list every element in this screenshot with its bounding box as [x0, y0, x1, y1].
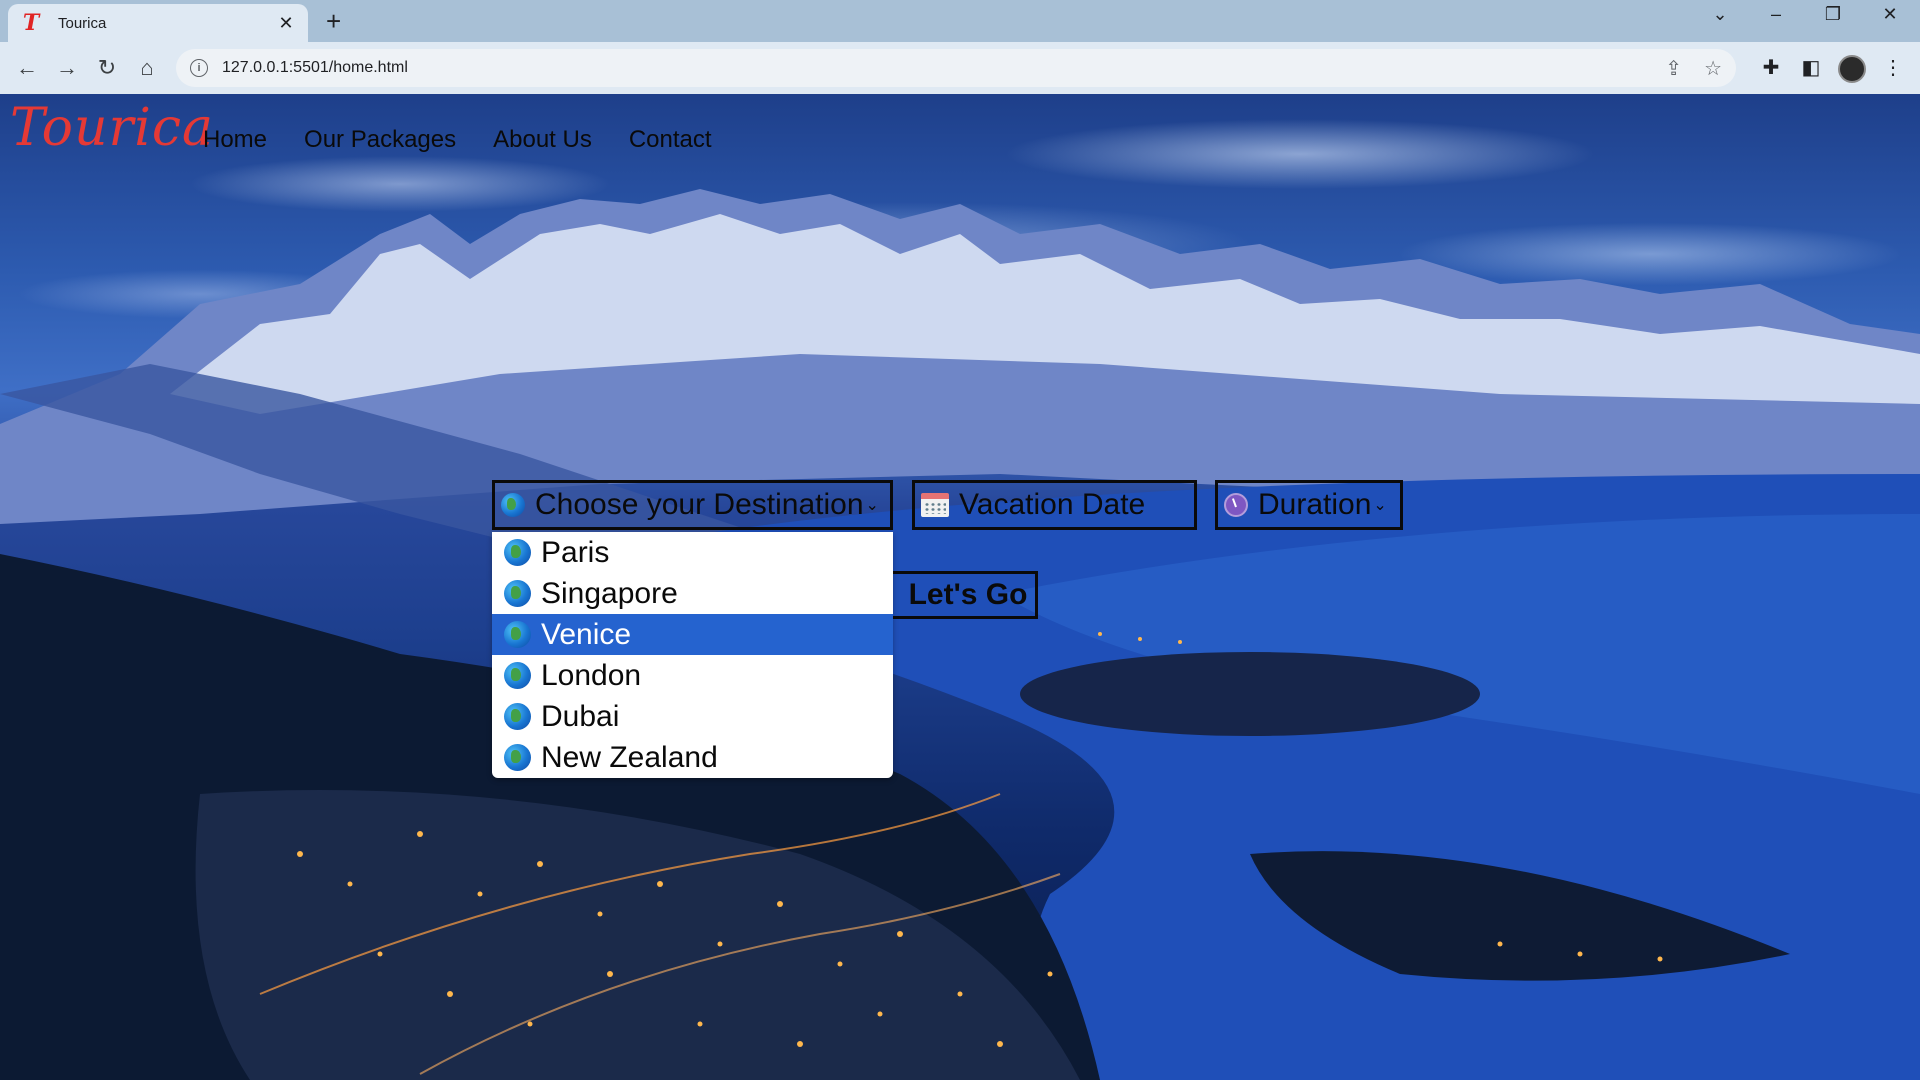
tab-favicon-icon: T [22, 10, 40, 36]
duration-select[interactable]: Duration ⌄ [1215, 480, 1403, 530]
forward-arrow-icon[interactable]: → [51, 52, 83, 84]
calendar-icon [921, 493, 949, 517]
address-bar[interactable]: i 127.0.0.1:5501/home.html ⇪ ☆ [176, 49, 1736, 87]
nav-contact[interactable]: Contact [629, 126, 712, 154]
globe-icon [504, 662, 531, 689]
browser-menu-icon[interactable]: ⋮ [1877, 52, 1909, 84]
profile-avatar[interactable] [1838, 55, 1866, 83]
side-panel-icon[interactable]: ◧ [1795, 52, 1827, 84]
back-arrow-icon[interactable]: ← [11, 52, 43, 84]
address-url[interactable]: 127.0.0.1:5501/home.html [222, 59, 1643, 77]
chevron-down-icon: ⌄ [1373, 497, 1387, 514]
minimize-icon[interactable]: – [1756, 4, 1796, 25]
site-nav: Home Our Packages About Us Contact [203, 126, 712, 154]
site-info-icon[interactable]: i [190, 59, 208, 77]
chevron-down-icon: ⌄ [865, 497, 879, 514]
option-label: London [541, 658, 642, 692]
home-icon[interactable]: ⌂ [131, 52, 163, 84]
share-icon[interactable]: ⇪ [1665, 56, 1682, 81]
tab-search-chevron-icon[interactable]: ⌄ [1700, 4, 1740, 25]
extensions-puzzle-icon[interactable]: ✚ [1755, 52, 1787, 84]
option-label: Dubai [541, 699, 620, 733]
destination-option-singapore[interactable]: Singapore [492, 573, 893, 614]
vacation-date-input[interactable]: Vacation Date [912, 480, 1197, 530]
vacation-date-label: Vacation Date [959, 488, 1146, 521]
tab-close-icon[interactable]: ✕ [276, 13, 296, 34]
destination-option-dubai[interactable]: Dubai [492, 696, 893, 737]
reload-icon[interactable]: ↻ [91, 52, 123, 84]
globe-icon [504, 539, 531, 566]
site-logo[interactable]: Tourica [10, 98, 214, 158]
destination-select[interactable]: Choose your Destination ⌄ [492, 480, 893, 530]
browser-toolbar: ← → ↻ ⌂ i 127.0.0.1:5501/home.html ⇪ ☆ ✚… [0, 42, 1920, 94]
destination-dropdown-list: Paris Singapore Venice London Dubai New … [492, 532, 893, 778]
destination-option-paris[interactable]: Paris [492, 532, 893, 573]
clock-icon [1224, 493, 1248, 517]
browser-tabstrip: T Tourica ✕ + ⌄ – ❐ ✕ [0, 0, 1920, 42]
destination-option-london[interactable]: London [492, 655, 893, 696]
destination-select-label: Choose your Destination [535, 488, 864, 521]
option-label: New Zealand [541, 740, 718, 774]
destination-option-venice[interactable]: Venice [492, 614, 893, 655]
nav-our-packages[interactable]: Our Packages [304, 126, 456, 154]
browser-tab[interactable]: T Tourica ✕ [8, 4, 308, 42]
nav-home[interactable]: Home [203, 126, 267, 154]
tab-title: Tourica [58, 14, 107, 32]
option-label: Venice [541, 617, 632, 651]
option-label: Paris [541, 535, 610, 569]
globe-icon [501, 493, 525, 517]
destination-option-new-zealand[interactable]: New Zealand [492, 737, 893, 778]
globe-icon [504, 744, 531, 771]
globe-icon [504, 580, 531, 607]
globe-icon [504, 621, 531, 648]
bookmark-star-icon[interactable]: ☆ [1704, 56, 1722, 81]
option-label: Singapore [541, 576, 678, 610]
globe-icon [504, 703, 531, 730]
new-tab-plus-icon[interactable]: + [326, 6, 341, 37]
duration-select-label: Duration [1258, 488, 1372, 521]
nav-about-us[interactable]: About Us [493, 126, 592, 154]
window-close-icon[interactable]: ✕ [1870, 4, 1910, 25]
restore-icon[interactable]: ❐ [1813, 4, 1853, 25]
